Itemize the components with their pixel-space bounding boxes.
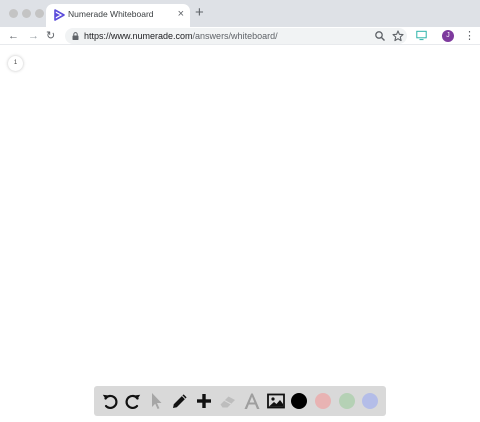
tab-strip: Numerade Whiteboard × + [0,0,480,27]
browser-toolbar: ← → ↻ https://www.numerade.com/answers/w… [0,27,480,45]
minimize-window-button[interactable] [22,9,31,18]
reload-button[interactable]: ↻ [46,27,55,45]
image-icon[interactable] [266,391,286,411]
close-window-button[interactable] [9,9,18,18]
color-swatch-blue[interactable] [362,393,378,409]
tab-title: Numerade Whiteboard [68,9,154,19]
profile-avatar[interactable]: J [442,30,454,42]
pencil-icon[interactable] [170,391,190,411]
add-icon[interactable] [194,391,214,411]
forward-button[interactable]: → [28,27,39,45]
maximize-window-button[interactable] [35,9,44,18]
lock-icon [72,32,79,40]
page-number-badge[interactable]: 1 [8,56,23,71]
search-icon[interactable] [374,30,386,42]
tool-palette [94,386,386,416]
address-bar[interactable]: https://www.numerade.com/answers/whitebo… [65,28,407,44]
numerade-logo-icon [54,9,65,21]
bookmark-star-icon[interactable] [392,30,404,42]
new-tab-button[interactable]: + [195,4,204,22]
color-swatch-pink[interactable] [315,393,331,409]
undo-icon[interactable] [100,391,120,411]
url-text: https://www.numerade.com/answers/whitebo… [84,31,278,41]
close-tab-icon[interactable]: × [178,7,184,21]
back-button[interactable]: ← [8,27,19,45]
tab-numerade-whiteboard[interactable]: Numerade Whiteboard × [46,4,190,27]
redo-icon[interactable] [123,391,143,411]
select-icon[interactable] [146,391,166,411]
text-icon[interactable] [242,391,262,411]
eraser-icon[interactable] [218,391,238,411]
color-swatch-green[interactable] [339,393,355,409]
color-swatch-black[interactable] [291,393,307,409]
browser-menu-icon[interactable]: ⋮ [464,27,475,45]
whiteboard-canvas[interactable]: 1 [0,46,480,422]
extension-icon[interactable] [416,30,427,41]
